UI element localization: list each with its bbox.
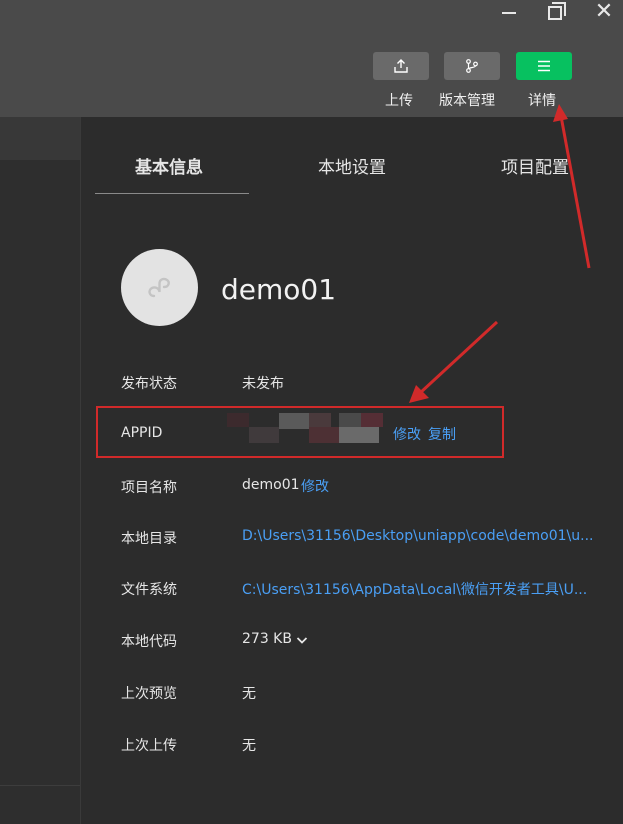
arrow-to-details [559, 115, 591, 269]
annotation-arrows [409, 104, 591, 403]
arrow-to-appid [418, 320, 499, 395]
arrowhead-details [553, 104, 568, 122]
